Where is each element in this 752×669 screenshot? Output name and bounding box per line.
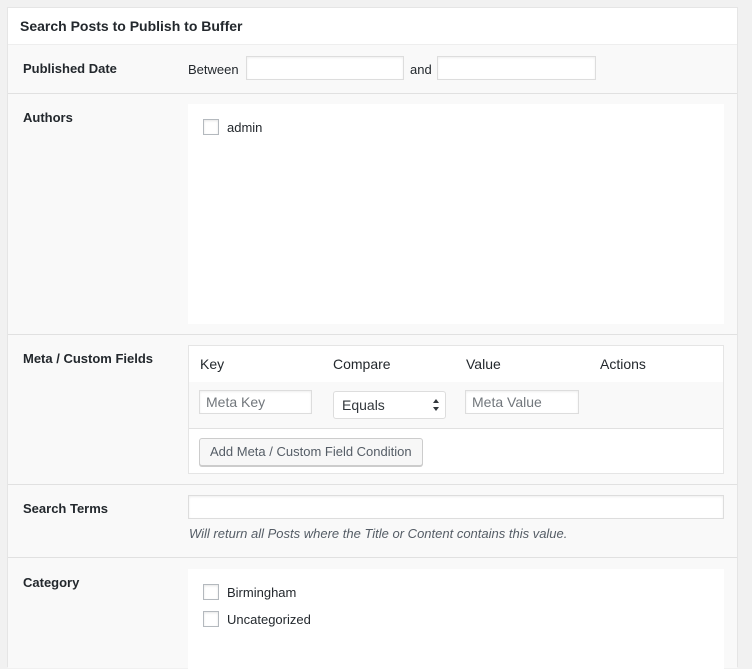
search-terms-label: Search Terms bbox=[23, 501, 109, 516]
checkbox[interactable] bbox=[203, 611, 219, 627]
meta-table-header: Key Compare Value Actions bbox=[189, 346, 723, 383]
authors-list: admin bbox=[188, 104, 724, 324]
compare-select[interactable]: Equals bbox=[333, 391, 446, 419]
category-item-birmingham[interactable]: Birmingham bbox=[203, 583, 296, 601]
category-label: Category bbox=[23, 575, 80, 590]
meta-fields-row: Meta / Custom Fields Key Compare Value A… bbox=[8, 335, 737, 485]
meta-fields-label: Meta / Custom Fields bbox=[23, 351, 154, 366]
checkbox[interactable] bbox=[203, 119, 219, 135]
compare-header: Compare bbox=[333, 356, 391, 372]
meta-value-input[interactable] bbox=[465, 390, 579, 414]
meta-condition-row: Equals bbox=[189, 382, 723, 429]
search-terms-row: Search Terms Will return all Posts where… bbox=[8, 485, 737, 558]
value-header: Value bbox=[466, 356, 501, 372]
authors-row: Authors admin bbox=[8, 94, 737, 335]
published-date-label: Published Date bbox=[23, 61, 117, 76]
meta-conditions-table: Key Compare Value Actions Equals Add Met… bbox=[188, 345, 724, 474]
select-arrows-icon bbox=[433, 399, 439, 411]
and-label: and bbox=[410, 62, 432, 77]
category-list: Birmingham Uncategorized bbox=[188, 569, 724, 669]
search-terms-input[interactable] bbox=[188, 495, 724, 519]
between-label: Between bbox=[188, 62, 239, 77]
compare-selected: Equals bbox=[342, 397, 385, 413]
add-meta-condition-button[interactable]: Add Meta / Custom Field Condition bbox=[199, 438, 423, 466]
start-date-input[interactable] bbox=[246, 56, 404, 80]
end-date-input[interactable] bbox=[437, 56, 596, 80]
checkbox[interactable] bbox=[203, 584, 219, 600]
author-item-admin[interactable]: admin bbox=[203, 118, 262, 136]
authors-label: Authors bbox=[23, 110, 73, 125]
author-label: admin bbox=[227, 119, 263, 135]
key-header: Key bbox=[200, 356, 225, 372]
category-item-uncategorized[interactable]: Uncategorized bbox=[203, 610, 311, 628]
search-posts-panel: Search Posts to Publish to Buffer Publis… bbox=[7, 7, 738, 669]
published-date-row: Published Date Between and bbox=[8, 45, 737, 94]
category-item-label: Uncategorized bbox=[227, 611, 311, 627]
category-item-label: Birmingham bbox=[227, 584, 297, 600]
actions-header: Actions bbox=[600, 356, 646, 372]
meta-key-input[interactable] bbox=[199, 390, 312, 414]
panel-title: Search Posts to Publish to Buffer bbox=[8, 8, 737, 45]
search-terms-hint: Will return all Posts where the Title or… bbox=[189, 526, 568, 541]
